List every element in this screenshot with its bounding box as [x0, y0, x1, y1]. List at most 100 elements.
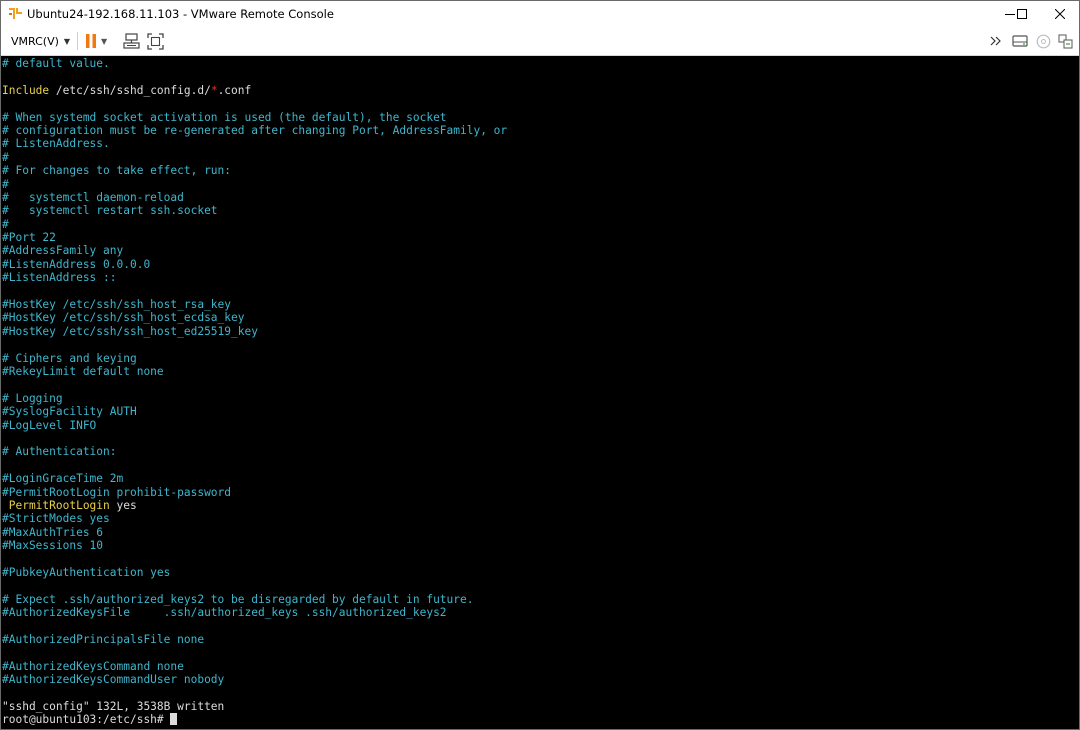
terminal-line: # For changes to take effect, run:	[2, 164, 507, 177]
vmrc-menu-label: VMRC(V)	[11, 34, 59, 48]
terminal-text: #HostKey /etc/ssh/ssh_host_ed25519_key	[2, 324, 258, 338]
chevron-down-icon: ▼	[63, 36, 71, 46]
terminal-line: # configuration must be re-generated aft…	[2, 124, 507, 137]
vmrc-app-icon	[9, 8, 22, 19]
window-title: Ubuntu24-192.168.11.103 - VMware Remote …	[27, 7, 334, 21]
terminal-text: # default value.	[2, 57, 110, 70]
terminal-line: "sshd_config" 132L, 3538B written	[2, 700, 507, 713]
terminal-line: #	[2, 151, 507, 164]
hard-disk-icon	[1012, 35, 1028, 47]
removable-devices-button[interactable]	[1012, 31, 1028, 51]
terminal-text: root@ubuntu103:/etc/ssh#	[2, 713, 171, 727]
terminal-line: #MaxAuthTries 6	[2, 526, 507, 539]
terminal-line: # systemctl daemon-reload	[2, 191, 507, 204]
network-adapter-button[interactable]	[1058, 31, 1073, 51]
terminal-line: #Port 22	[2, 231, 507, 244]
terminal-line: #PermitRootLogin prohibit-password	[2, 486, 507, 499]
toolbar-divider	[77, 32, 78, 50]
send-ctrl-alt-del-button[interactable]	[123, 31, 140, 51]
terminal-text: #PermitRootLogin prohibit-password	[2, 485, 232, 499]
terminal-text: #HostKey /etc/ssh/ssh_host_ecdsa_key	[2, 311, 245, 325]
terminal-text: # systemctl restart ssh.socket	[2, 204, 218, 218]
vm-console[interactable]: # default value. Include /etc/ssh/sshd_co…	[1, 56, 1079, 729]
terminal-line: #HostKey /etc/ssh/ssh_host_ed25519_key	[2, 325, 507, 338]
terminal-line: #PubkeyAuthentication yes	[2, 566, 507, 579]
terminal-text: #AddressFamily any	[2, 244, 124, 258]
more-options-button[interactable]	[990, 31, 1002, 51]
terminal-line: # When systemd socket activation is used…	[2, 111, 507, 124]
double-chevron-right-icon	[990, 36, 1001, 46]
terminal-text: #ListenAddress 0.0.0.0	[2, 257, 151, 271]
terminal-text: #MaxAuthTries 6	[2, 525, 104, 539]
maximize-icon	[1017, 9, 1027, 19]
terminal-text: #PubkeyAuthentication yes	[2, 565, 171, 579]
terminal-text: #	[2, 177, 9, 191]
terminal-text: #AuthorizedKeysCommandUser nobody	[2, 672, 225, 686]
terminal-line: # Expect .ssh/authorized_keys2 to be dis…	[2, 593, 507, 606]
terminal-text: PermitRootLogin	[2, 498, 110, 512]
keyboard-network-icon	[123, 33, 140, 49]
terminal-text: # Expect .ssh/authorized_keys2 to be dis…	[2, 592, 474, 606]
terminal-text: /etc/ssh/sshd_config.d/	[49, 83, 211, 97]
terminal-text: Include	[2, 83, 50, 97]
terminal-line: #	[2, 218, 507, 231]
terminal-text: # ListenAddress.	[2, 137, 110, 151]
close-button[interactable]	[1037, 1, 1080, 27]
terminal-text: *	[210, 83, 218, 97]
terminal-line: #AuthorizedPrincipalsFile none	[2, 633, 507, 646]
vmrc-window: Ubuntu24-192.168.11.103 - VMware Remote …	[0, 0, 1080, 730]
cd-disabled-icon	[1036, 34, 1051, 48]
fullscreen-icon	[147, 32, 164, 50]
terminal-text: #ListenAddress ::	[2, 271, 117, 285]
terminal-line: #AuthorizedKeysFile .ssh/authorized_keys…	[2, 606, 507, 619]
terminal-line: #LoginGraceTime 2m	[2, 472, 507, 485]
terminal-text: #AuthorizedPrincipalsFile none	[2, 632, 205, 646]
terminal-line: #MaxSessions 10	[2, 539, 507, 552]
terminal-text: # For changes to take effect, run:	[2, 164, 232, 178]
terminal-text: # configuration must be re-generated aft…	[2, 123, 508, 137]
terminal-text: #SyslogFacility AUTH	[2, 405, 137, 419]
terminal-line: # default value.	[2, 57, 507, 70]
terminal-output: # default value. Include /etc/ssh/sshd_co…	[2, 57, 507, 727]
terminal-text: # Authentication:	[2, 445, 117, 459]
terminal-line: root@ubuntu103:/etc/ssh#	[2, 713, 507, 726]
pause-icon	[86, 34, 96, 48]
terminal-line: # Logging	[2, 392, 507, 405]
pause-button[interactable]: ▼	[85, 31, 107, 51]
disconnect-button[interactable]	[1036, 31, 1051, 51]
terminal-line: # ListenAddress.	[2, 137, 507, 150]
terminal-text: # When systemd socket activation is used…	[2, 110, 447, 124]
terminal-cursor	[170, 713, 178, 726]
pause-dropdown-icon[interactable]: ▼	[101, 37, 107, 46]
terminal-line: #	[2, 178, 507, 191]
fullscreen-button[interactable]	[147, 31, 164, 51]
terminal-line: #HostKey /etc/ssh/ssh_host_rsa_key	[2, 298, 507, 311]
terminal-line: #LogLevel INFO	[2, 419, 507, 432]
terminal-line: #StrictModes yes	[2, 512, 507, 525]
terminal-text: yes	[109, 498, 137, 512]
terminal-line: #RekeyLimit default none	[2, 365, 507, 378]
title-bar[interactable]: Ubuntu24-192.168.11.103 - VMware Remote …	[1, 1, 1079, 27]
terminal-line: # Authentication:	[2, 445, 507, 458]
terminal-line: #AuthorizedKeysCommandUser nobody	[2, 673, 507, 686]
terminal-text: #LogLevel INFO	[2, 418, 97, 432]
terminal-text: #LoginGraceTime 2m	[2, 472, 124, 486]
vmrc-menu-button[interactable]: VMRC(V) ▼	[5, 30, 74, 52]
terminal-text: #StrictModes yes	[2, 512, 110, 526]
terminal-line: Include /etc/ssh/sshd_config.d/*.conf	[2, 84, 507, 97]
terminal-text: #AuthorizedKeysFile .ssh/authorized_keys…	[2, 606, 447, 620]
terminal-text: # Logging	[2, 391, 63, 405]
network-icon	[1058, 33, 1073, 49]
close-icon	[1055, 9, 1065, 19]
terminal-line: #SyslogFacility AUTH	[2, 405, 507, 418]
terminal-text: "sshd_config" 132L, 3538B written	[2, 699, 225, 713]
